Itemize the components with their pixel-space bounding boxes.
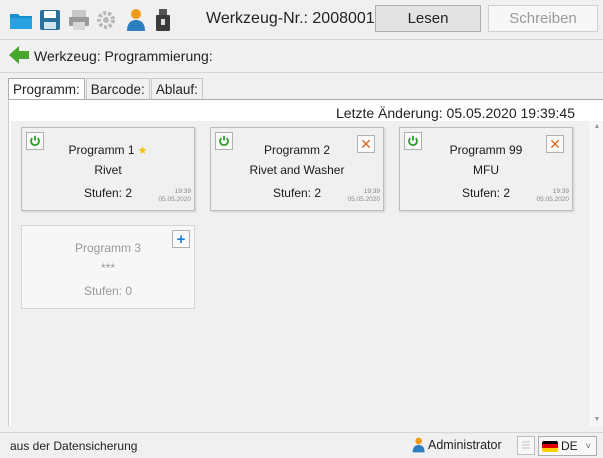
current-user[interactable]: Administrator [410,437,502,453]
last-change-date: 05.05.2020 [446,105,517,121]
save-icon[interactable] [37,6,62,33]
program-card[interactable]: ✕ Programm 99 MFU Stufen: 2 19:39 05.05.2… [399,127,573,211]
breadcrumb-divider [0,72,603,73]
chevron-down-icon: ˅ [585,441,591,451]
back-arrow-icon[interactable] [8,45,30,68]
program-stages: Stufen: 0 [83,284,133,298]
program-grid: Programm 1 ★ Rivet Stufen: 2 19:39 05.05.2… [11,121,590,426]
program-date: 05.05.2020 [536,196,569,203]
program-type: Rivet [94,163,122,177]
program-time: 19:39 [552,188,569,195]
program-card-empty[interactable]: + Programm 3 *** Stufen: 0 [21,225,195,309]
tool-number-title: Werkzeug-Nr.: 20080015 [206,10,384,28]
tool-number-value: 20080015 [312,10,384,27]
program-type: Rivet and Washer [249,163,345,177]
toolbar-divider [0,39,603,40]
program-panel: Letzte Änderung: 05.05.2020 19:39:45 Pro… [8,99,603,426]
language-select[interactable]: DE ˅ [538,436,597,456]
user-icon[interactable] [122,6,147,33]
last-change-info: Letzte Änderung: 05.05.2020 19:39:45 [336,105,575,121]
toolbar: Werkzeug-Nr.: 20080015 Lesen Schreiben [0,0,603,40]
scroll-up-icon[interactable]: ▲ [593,123,601,131]
last-change-time: 19:39:45 [520,105,576,121]
program-timestamp: 19:39 05.05.2020 [158,188,191,204]
german-flag-icon [542,440,558,452]
print-icon[interactable] [66,6,91,33]
tab-bar: Programm: Barcode: Ablauf: [8,78,204,100]
language-value: DE [561,439,578,453]
breadcrumb-text: Werkzeug: Programmierung: [34,48,213,64]
favorite-star-icon: ★ [137,145,148,157]
read-button[interactable]: Lesen [375,5,481,32]
write-button[interactable]: Schreiben [488,5,598,32]
program-type: MFU [473,163,499,177]
tab-ablauf[interactable]: Ablauf: [150,78,203,99]
program-name: Programm 99 [449,143,523,157]
settings-gear-icon[interactable] [93,6,118,33]
tab-barcode[interactable]: Barcode: [85,78,150,99]
program-card[interactable]: ✕ Programm 2 Rivet and Washer Stufen: 2 … [210,127,384,211]
program-timestamp: 19:39 05.05.2020 [347,188,380,204]
program-card[interactable]: Programm 1 ★ Rivet Stufen: 2 19:39 05.05.2… [21,127,195,211]
current-user-name: Administrator [428,438,502,452]
program-name: Programm 2 [263,143,331,157]
folder-icon[interactable] [8,6,33,33]
program-date: 05.05.2020 [158,196,191,203]
status-text: aus der Datensicherung [10,439,138,453]
program-time: 19:39 [363,188,380,195]
status-bar: aus der Datensicherung Administrator DE … [0,432,603,458]
usb-drive-icon[interactable] [150,6,175,33]
program-date: 05.05.2020 [347,196,380,203]
program-name: Programm 3 [74,241,142,255]
program-time: 19:39 [174,188,191,195]
document-icon[interactable] [517,436,535,455]
last-change-label: Letzte Änderung: [336,105,443,121]
tool-number-label: Werkzeug-Nr.: [206,10,308,27]
program-name-text: Programm 1 [68,143,135,157]
vertical-scrollbar[interactable]: ▲ ▼ [591,121,603,426]
program-timestamp: 19:39 05.05.2020 [536,188,569,204]
program-name: Programm 1 ★ [22,143,194,157]
tab-programm[interactable]: Programm: [8,78,85,100]
breadcrumb: Werkzeug: Programmierung: [8,44,213,68]
scroll-down-icon[interactable]: ▼ [593,416,601,424]
user-icon [412,437,425,453]
program-type: *** [100,261,115,275]
